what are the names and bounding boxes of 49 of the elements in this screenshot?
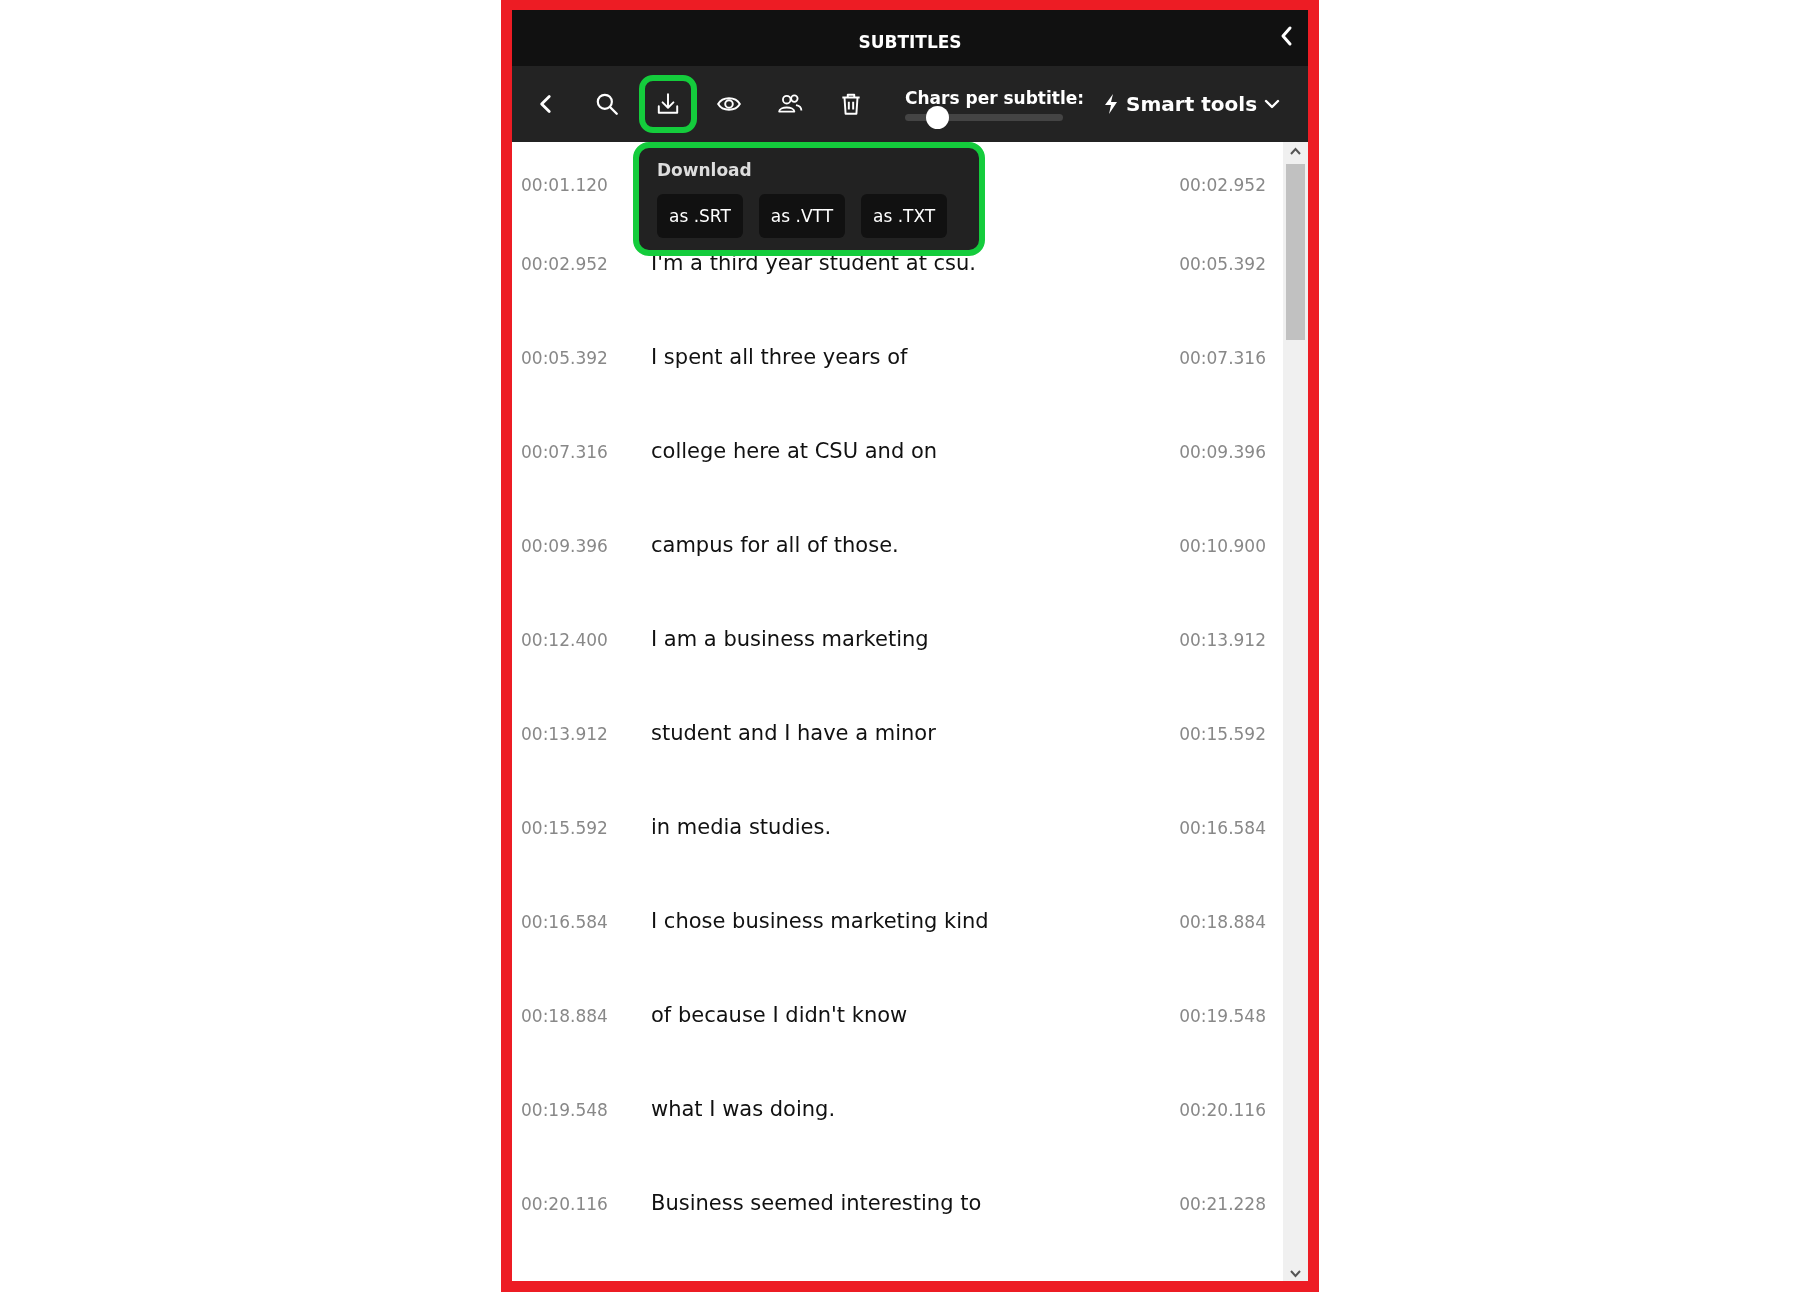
- end-time: 00:18.884: [1179, 911, 1267, 932]
- end-time: 00:19.548: [1179, 1005, 1267, 1026]
- start-time: 00:16.584: [521, 911, 609, 932]
- end-time: 00:05.392: [1179, 253, 1267, 274]
- chars-per-subtitle-label: Chars per subtitle:: [905, 87, 1085, 108]
- end-time: 00:15.592: [1179, 723, 1267, 744]
- end-time: 00:20.116: [1179, 1099, 1267, 1120]
- start-time: 00:18.884: [521, 1005, 609, 1026]
- subtitle-text[interactable]: college here at CSU and on: [651, 439, 938, 463]
- end-time: 00:09.396: [1179, 441, 1267, 462]
- start-time: 00:09.396: [521, 535, 609, 556]
- start-time: 00:07.316: [521, 441, 609, 462]
- subtitle-text[interactable]: in media studies.: [651, 815, 832, 839]
- end-time: 00:21.228: [1179, 1193, 1267, 1214]
- start-time: 00:01.120: [521, 174, 609, 195]
- start-time: 00:02.952: [521, 253, 609, 274]
- subtitle-text[interactable]: of because I didn't know: [651, 1003, 908, 1027]
- end-time: 00:16.584: [1179, 817, 1267, 838]
- start-time: 00:12.400: [521, 629, 609, 650]
- end-time: 00:13.912: [1179, 629, 1267, 650]
- subtitle-text[interactable]: I am a business marketing: [651, 627, 929, 651]
- start-time: 00:15.592: [521, 817, 609, 838]
- download-option[interactable]: as .SRT: [657, 194, 743, 238]
- subtitle-text[interactable]: I chose business marketing kind: [651, 909, 989, 933]
- download-button[interactable]: [639, 75, 697, 133]
- subtitle-text[interactable]: what I was doing.: [651, 1097, 836, 1121]
- smart-tools-button[interactable]: Smart tools: [1102, 92, 1282, 116]
- panel-title: SUBTITLES: [858, 31, 962, 52]
- start-time: 00:19.548: [521, 1099, 609, 1120]
- subtitle-text[interactable]: campus for all of those.: [651, 533, 899, 557]
- scroll-up-icon[interactable]: [1289, 146, 1302, 156]
- end-time: 00:02.952: [1179, 174, 1267, 195]
- download-option[interactable]: as .TXT: [861, 194, 948, 238]
- menu-title: Download: [657, 160, 753, 180]
- end-time: 00:10.900: [1179, 535, 1267, 556]
- download-option[interactable]: as .VTT: [758, 194, 846, 238]
- scroll-thumb[interactable]: [1286, 164, 1305, 340]
- subtitle-text[interactable]: I spent all three years of: [651, 345, 908, 369]
- download-icon: [655, 91, 681, 117]
- subtitle-text[interactable]: Business seemed interesting to: [651, 1191, 982, 1215]
- scrollbar[interactable]: [1283, 142, 1308, 1281]
- search-icon: [594, 91, 620, 117]
- start-time: 00:20.116: [521, 1193, 609, 1214]
- scroll-down-icon[interactable]: [1289, 1269, 1302, 1279]
- slider-thumb[interactable]: [925, 105, 949, 129]
- end-time: 00:07.316: [1179, 347, 1267, 368]
- start-time: 00:13.912: [521, 723, 609, 744]
- subtitle-text[interactable]: student and I have a minor: [651, 721, 936, 745]
- start-time: 00:05.392: [521, 347, 609, 368]
